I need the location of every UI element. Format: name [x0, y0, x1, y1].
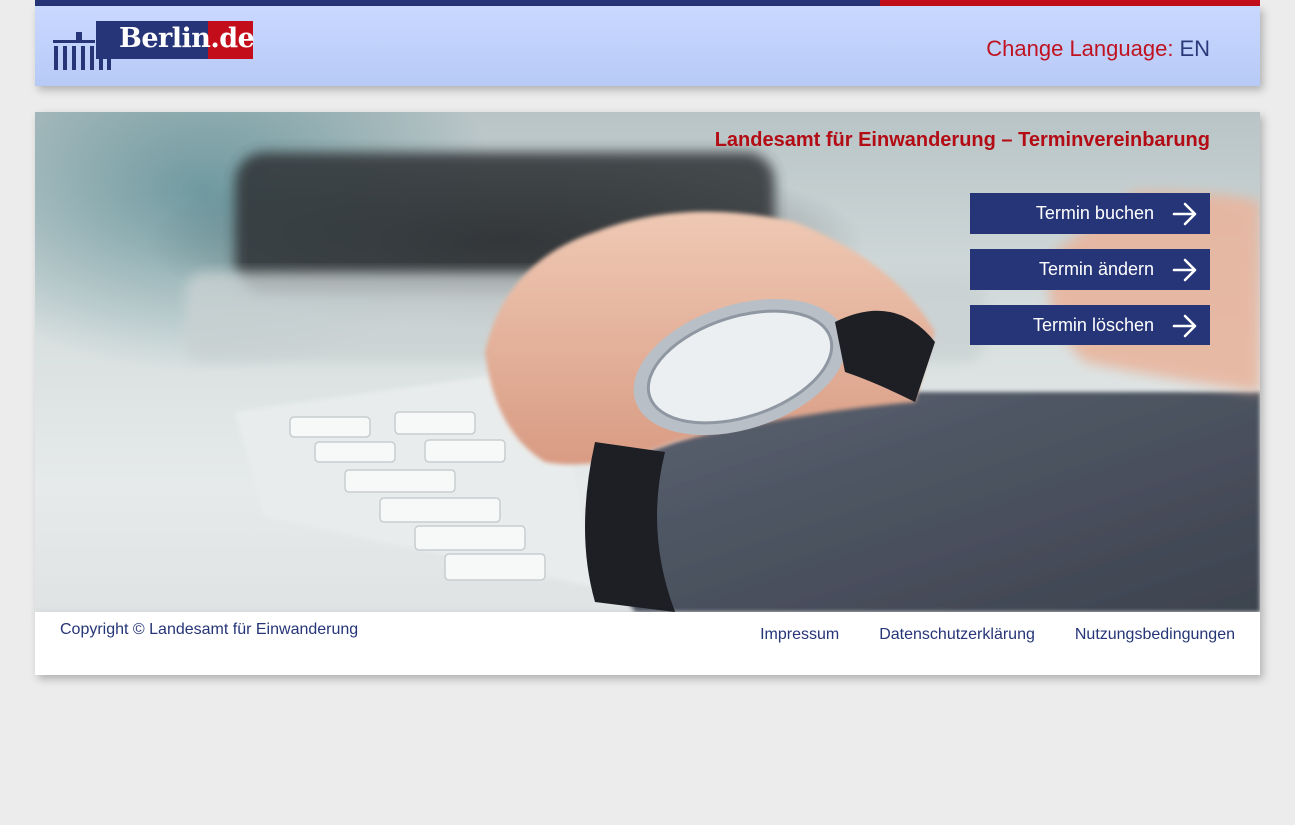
language-switcher: Change Language: EN	[986, 35, 1210, 63]
berlin-logo[interactable]: Berlin.de	[53, 20, 255, 72]
footer-link-terms[interactable]: Nutzungsbedingungen	[1075, 625, 1235, 645]
book-appointment-button[interactable]: Termin buchen	[970, 193, 1210, 234]
arrow-right-icon	[1172, 314, 1197, 338]
language-option-en[interactable]: EN	[1179, 36, 1210, 61]
delete-appointment-label: Termin löschen	[1032, 315, 1154, 335]
language-label: Change Language:	[986, 36, 1174, 61]
hero-background-image	[185, 152, 1260, 612]
footer-link-impressum[interactable]: Impressum	[760, 625, 839, 645]
change-appointment-label: Termin ändern	[1038, 259, 1154, 279]
delete-appointment-button[interactable]: Termin löschen	[970, 305, 1210, 345]
book-appointment-label: Termin buchen	[1035, 203, 1154, 223]
site-footer: Copyright © Landesamt für Einwanderung I…	[35, 612, 1260, 675]
site-header: Berlin.de Change Language: EN	[35, 6, 1260, 86]
arrow-right-icon	[1172, 202, 1197, 226]
footer-link-privacy[interactable]: Datenschutzerklärung	[879, 625, 1035, 645]
appointment-actions: Termin buchen Termin ändern Termin lösch…	[970, 193, 1210, 360]
hero-banner: Landesamt für Einwanderung – Terminverei…	[35, 112, 1260, 612]
logo-text: Berlin.de	[119, 23, 255, 54]
copyright-text: Copyright © Landesamt für Einwanderung	[60, 621, 359, 638]
arrow-right-icon	[1172, 258, 1197, 282]
footer-links: Impressum Datenschutzerklärung Nutzungsb…	[720, 625, 1235, 645]
hero-title: Landesamt für Einwanderung – Terminverei…	[714, 129, 1210, 151]
change-appointment-button[interactable]: Termin ändern	[970, 249, 1210, 290]
